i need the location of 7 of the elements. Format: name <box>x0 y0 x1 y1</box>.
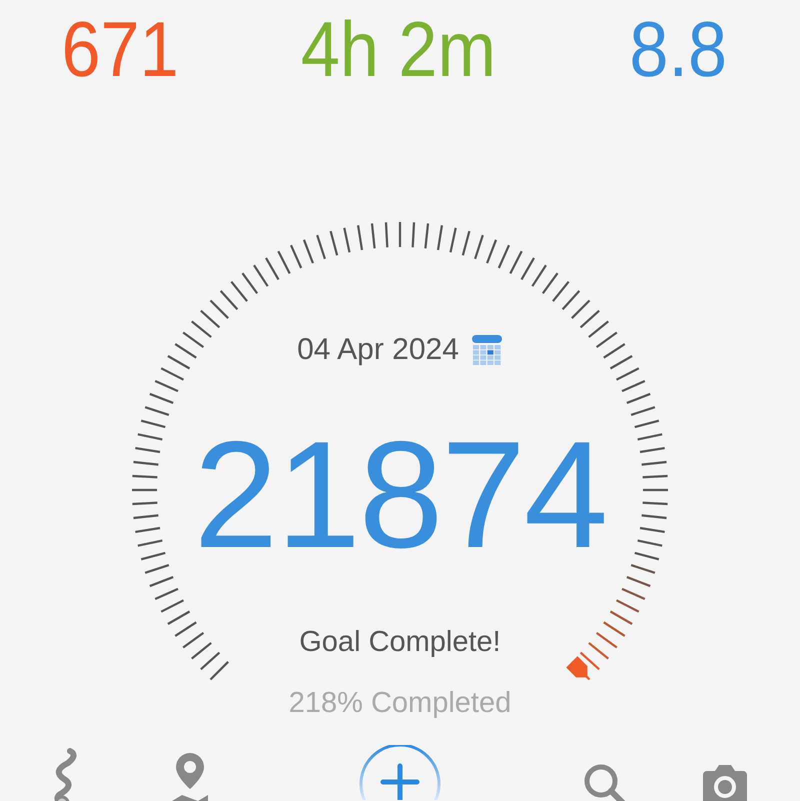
stat-value: 8.8 <box>629 4 727 94</box>
goal-message: Goal Complete! <box>299 625 501 660</box>
stat-value: 671 <box>61 4 179 94</box>
percent-completed: 218% Completed <box>288 686 512 721</box>
stat-value: 4h 2m <box>300 4 496 94</box>
step-count: 21874 <box>194 415 606 575</box>
date-label: 04 Apr 2024 <box>297 333 459 367</box>
